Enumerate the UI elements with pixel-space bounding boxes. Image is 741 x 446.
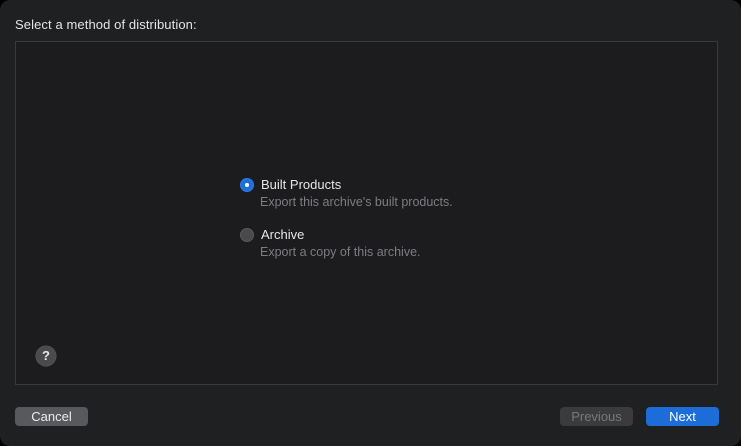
help-button[interactable]: ? [36,346,56,366]
next-button[interactable]: Next [646,407,719,426]
dialog-heading: Select a method of distribution: [15,17,197,32]
option-label[interactable]: Built Products [261,177,341,192]
option-description: Export a copy of this archive. [260,245,421,259]
option-label[interactable]: Archive [261,227,304,242]
radio-built-products[interactable] [240,178,254,192]
previous-button: Previous [560,407,633,426]
question-mark-icon: ? [42,348,50,363]
radio-archive[interactable] [240,228,254,242]
cancel-button[interactable]: Cancel [15,407,88,426]
distribution-dialog: Select a method of distribution: Built P… [0,0,741,446]
option-description: Export this archive's built products. [260,195,453,209]
options-panel [15,41,718,385]
